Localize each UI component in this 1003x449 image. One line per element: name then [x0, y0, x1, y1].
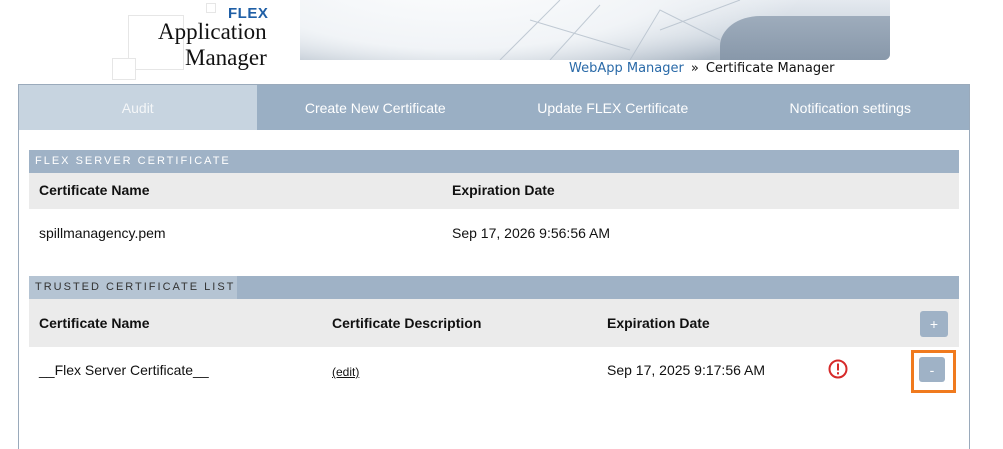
tab-notification-settings[interactable]: Notification settings — [732, 85, 970, 130]
tab-bar: Audit Create New Certificate Update FLEX… — [19, 85, 969, 130]
breadcrumb-separator: » — [690, 61, 699, 76]
server-certificate-name: spillmanagency.pem — [39, 225, 166, 241]
tab-audit[interactable]: Audit — [19, 85, 257, 130]
column-header-expiration-date: Expiration Date — [452, 182, 555, 198]
certificate-manager-panel: Audit Create New Certificate Update FLEX… — [18, 84, 970, 449]
logo-title-line2: Manager — [185, 45, 267, 70]
app-header: FLEX Application Manager WebApp Manager»… — [0, 0, 1003, 84]
add-certificate-button[interactable]: + — [920, 311, 948, 337]
tab-create-new-certificate[interactable]: Create New Certificate — [257, 85, 495, 130]
breadcrumb: WebApp Manager » Certificate Manager — [569, 61, 834, 76]
logo-title-line1: Application — [158, 19, 267, 44]
server-certificate-expiration: Sep 17, 2026 9:56:56 AM — [452, 225, 611, 241]
edit-description-link-wrap: (edit) — [332, 363, 359, 379]
breadcrumb-link-webapp-manager[interactable]: WebApp Manager — [569, 61, 684, 76]
trusted-certificate-expiration: Sep 17, 2025 9:17:56 AM — [607, 362, 766, 378]
server-certificate-section-title: FLEX SERVER CERTIFICATE — [35, 155, 231, 167]
warning-circle-icon — [828, 359, 848, 379]
trusted-list-section-header: TRUSTED CERTIFICATE LIST — [29, 276, 959, 299]
server-certificate-section-header: FLEX SERVER CERTIFICATE — [29, 150, 959, 173]
tab-update-flex-certificate[interactable]: Update FLEX Certificate — [494, 85, 732, 130]
column-header-certificate-name: Certificate Name — [39, 182, 150, 198]
logo-square-bottom — [112, 58, 136, 80]
column-header-certificate-description: Certificate Description — [332, 315, 482, 331]
column-header-certificate-name: Certificate Name — [39, 315, 150, 331]
logo-square-small — [206, 3, 216, 13]
trusted-certificate-name: __Flex Server Certificate__ — [39, 362, 209, 378]
banner-band — [720, 16, 890, 60]
remove-certificate-button[interactable]: - — [919, 357, 945, 382]
header-banner — [300, 0, 890, 60]
breadcrumb-current: Certificate Manager — [705, 61, 835, 76]
column-header-expiration-date: Expiration Date — [607, 315, 710, 331]
trusted-list-table-header: Certificate Name Certificate Description… — [29, 299, 959, 347]
edit-description-link[interactable]: (edit) — [332, 365, 359, 379]
server-certificate-table-header: Certificate Name Expiration Date — [29, 173, 959, 209]
trusted-list-section-title: TRUSTED CERTIFICATE LIST — [29, 276, 238, 299]
